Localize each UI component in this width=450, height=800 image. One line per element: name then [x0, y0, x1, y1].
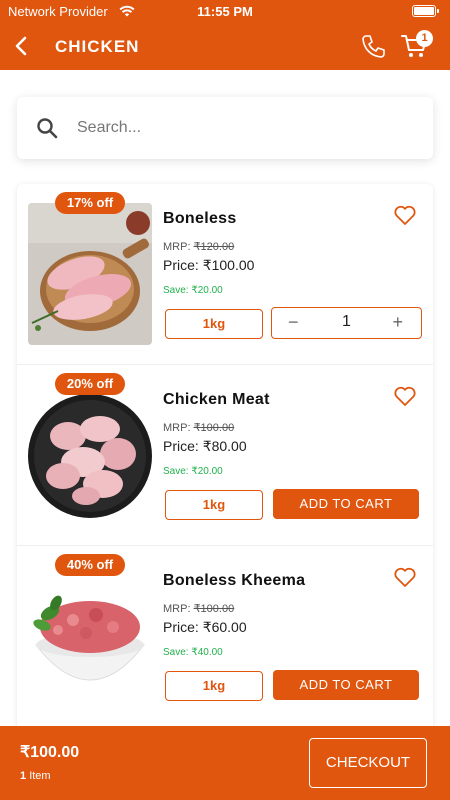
mrp-value: ₹120.00 — [193, 241, 235, 253]
app-header: CHICKEN — [0, 22, 450, 70]
save-value: ₹20.00 — [191, 466, 223, 477]
item-count-label: Item — [29, 770, 51, 782]
product-name[interactable]: Boneless — [163, 210, 237, 228]
checkout-bar: ₹100.00 1 Item CHECKOUT — [0, 726, 450, 800]
mrp-label: MRP: — [163, 422, 191, 434]
mrp-row: MRP: ₹100.00 — [163, 421, 234, 434]
price-row: Price: ₹80.00 — [163, 438, 247, 455]
product-image-chicken-meat[interactable] — [28, 384, 152, 526]
product-image-boneless-kheema[interactable] — [28, 565, 152, 707]
price-value: ₹100.00 — [202, 257, 255, 273]
search-box — [17, 97, 433, 159]
unit-select[interactable]: 1kg — [165, 490, 263, 520]
save-value: ₹40.00 — [191, 647, 223, 658]
save-label: Save: — [163, 647, 189, 658]
price-value: ₹80.00 — [202, 438, 247, 454]
add-to-cart-button[interactable]: ADD TO CART — [273, 489, 419, 519]
search-icon — [37, 118, 58, 139]
item-count-value: 1 — [20, 770, 27, 782]
save-row: Save: ₹20.00 — [163, 285, 223, 296]
mrp-value: ₹100.00 — [193, 603, 235, 615]
cart-total: ₹100.00 — [20, 744, 80, 761]
add-to-cart-button[interactable]: ADD TO CART — [273, 670, 419, 700]
unit-select[interactable]: 1kg — [165, 671, 263, 701]
discount-badge: 40% off — [55, 554, 125, 576]
save-label: Save: — [163, 285, 189, 296]
cart-count-badge: 1 — [416, 30, 433, 47]
mrp-label: MRP: — [163, 241, 191, 253]
battery-icon — [412, 5, 439, 17]
search-input[interactable] — [77, 113, 407, 143]
unit-select[interactable]: 1kg — [165, 309, 263, 339]
product-name[interactable]: Boneless Kheema — [163, 572, 305, 590]
price-label: Price: — [163, 438, 199, 454]
mrp-row: MRP: ₹120.00 — [163, 240, 234, 253]
price-row: Price: ₹100.00 — [163, 257, 254, 274]
save-label: Save: — [163, 466, 189, 477]
price-label: Price: — [163, 257, 199, 273]
status-time: 11:55 PM — [197, 4, 253, 19]
save-value: ₹20.00 — [191, 285, 223, 296]
increase-quantity-button[interactable]: + — [392, 312, 403, 333]
product-name[interactable]: Chicken Meat — [163, 391, 270, 409]
save-row: Save: ₹40.00 — [163, 647, 223, 658]
status-bar: Network Provider 11:55 PM — [0, 0, 450, 22]
save-row: Save: ₹20.00 — [163, 466, 223, 477]
cart-item-count: 1 Item — [20, 770, 51, 782]
discount-badge: 17% off — [55, 192, 125, 214]
quantity-stepper: − 1 + — [271, 307, 422, 339]
heart-icon[interactable] — [393, 204, 417, 226]
checkout-button[interactable]: CHECKOUT — [309, 738, 427, 788]
page-title: CHICKEN — [55, 37, 140, 56]
mrp-row: MRP: ₹100.00 — [163, 602, 234, 615]
mrp-value: ₹100.00 — [193, 422, 235, 434]
product-list: 17% off Boneless MRP: ₹120.00 Price: ₹10… — [17, 184, 433, 744]
back-arrow-icon[interactable] — [8, 32, 36, 60]
discount-badge: 20% off — [55, 373, 125, 395]
product-card[interactable]: 17% off Boneless MRP: ₹120.00 Price: ₹10… — [17, 184, 433, 365]
price-row: Price: ₹60.00 — [163, 619, 247, 636]
mrp-label: MRP: — [163, 603, 191, 615]
product-image-boneless[interactable] — [28, 203, 152, 345]
price-value: ₹60.00 — [202, 619, 247, 635]
phone-icon[interactable] — [360, 33, 386, 59]
price-label: Price: — [163, 619, 199, 635]
heart-icon[interactable] — [393, 385, 417, 407]
product-card[interactable]: 20% off Chicken Meat MRP: ₹100.00 Price:… — [17, 365, 433, 546]
product-card[interactable]: 40% off Boneless Kheema MRP: ₹100.00 Pri… — [17, 546, 433, 727]
heart-icon[interactable] — [393, 566, 417, 588]
